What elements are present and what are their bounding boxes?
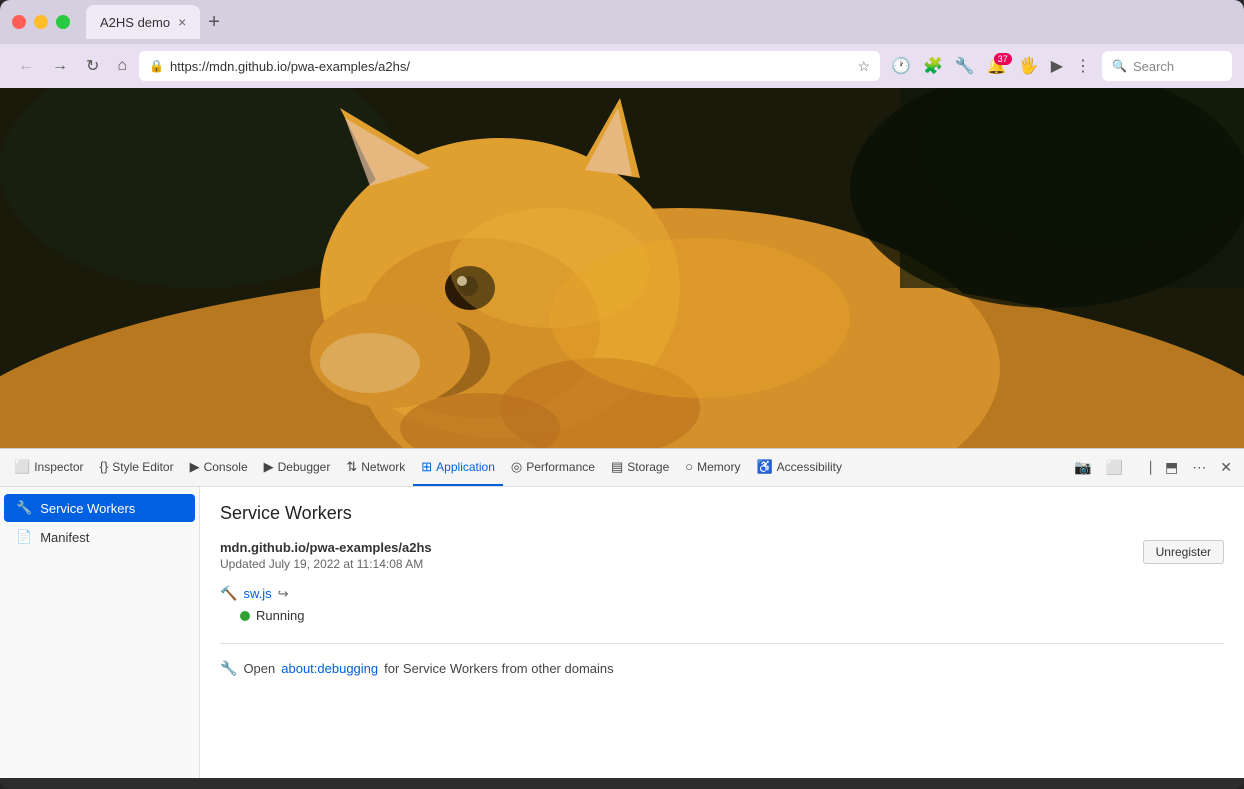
devtools-close-button[interactable]: ✕ (1214, 455, 1238, 480)
application-icon: ⊞ (421, 459, 432, 475)
debugger-icon: ▶ (264, 459, 274, 475)
service-workers-icon: 🔧 (16, 500, 32, 516)
maximize-button[interactable] (56, 15, 70, 29)
wrench-icon: 🔧 (220, 660, 237, 677)
screenshot-button[interactable]: 📷 (1068, 455, 1097, 480)
memory-icon: ○ (685, 459, 693, 474)
tab-accessibility[interactable]: ♿ Accessibility (748, 449, 850, 486)
devtools-toolbar: ⬜ Inspector {} Style Editor ▶ Console ▶ … (0, 449, 1244, 487)
tab-storage[interactable]: ▤ Storage (603, 449, 677, 486)
page-content: ⬜ Inspector {} Style Editor ▶ Console ▶ … (0, 88, 1244, 789)
sw-domain-block: mdn.github.io/pwa-examples/a2hs Updated … (220, 540, 1143, 581)
service-workers-title: Service Workers (220, 503, 1224, 524)
home-button[interactable]: ⌂ (111, 53, 133, 79)
sw-debug-link[interactable]: about:debugging (281, 661, 378, 676)
hammer-icon: 🔨 (220, 585, 237, 602)
hero-image (0, 88, 1244, 448)
browser-window: A2HS demo × + ← → ↻ ⌂ 🔒 https://mdn.gith… (0, 0, 1244, 789)
sidebar-item-manifest[interactable]: 📄 Manifest (4, 523, 195, 551)
tab-memory[interactable]: ○ Memory (677, 449, 748, 486)
url-text: https://mdn.github.io/pwa-examples/a2hs/ (170, 59, 851, 74)
tab-inspector[interactable]: ⬜ Inspector (6, 449, 92, 486)
sidebar-item-service-workers[interactable]: 🔧 Service Workers (4, 494, 195, 522)
sw-status-row: Running (240, 608, 1224, 623)
more-devtools-button[interactable]: ⋯ (1186, 455, 1212, 480)
sw-domain: mdn.github.io/pwa-examples/a2hs (220, 540, 1143, 555)
devtools-sidebar: 🔧 Service Workers 📄 Manifest (0, 487, 200, 778)
close-button[interactable] (12, 15, 26, 29)
storage-icon: ▤ (611, 459, 623, 475)
sw-arrow-icon: ↪ (278, 586, 289, 602)
nav-bar: ← → ↻ ⌂ 🔒 https://mdn.github.io/pwa-exam… (0, 44, 1244, 88)
tab-console[interactable]: ▶ Console (182, 449, 256, 486)
manifest-icon: 📄 (16, 529, 32, 545)
sw-running-label: Running (256, 608, 304, 623)
sw-debug-prefix: Open (243, 661, 275, 676)
new-tab-button[interactable]: + (208, 12, 220, 32)
address-bar[interactable]: 🔒 https://mdn.github.io/pwa-examples/a2h… (139, 51, 880, 81)
bookmark-icon: ☆ (858, 58, 871, 75)
accessibility-icon: ♿ (756, 459, 772, 475)
title-bar: A2HS demo × + (0, 0, 1244, 44)
split-button[interactable]: ⎹ (1131, 455, 1157, 480)
tab-style-editor[interactable]: {} Style Editor (92, 449, 182, 486)
devtools-body: 🔧 Service Workers 📄 Manifest Service Wor… (0, 487, 1244, 778)
tab-network[interactable]: ⇅ Network (338, 449, 413, 486)
forward-button[interactable]: → (46, 53, 74, 79)
history-button[interactable]: 🕐 (886, 53, 916, 79)
notifications-button[interactable]: 🔔 37 (982, 53, 1012, 79)
running-status-dot (240, 611, 250, 621)
search-placeholder: Search (1133, 59, 1174, 74)
profile-button[interactable]: 🖐 (1014, 53, 1044, 79)
network-icon: ⇅ (346, 459, 357, 475)
search-icon: 🔍 (1112, 59, 1127, 73)
sw-debug-row: 🔧 Open about:debugging for Service Worke… (220, 660, 1224, 677)
tools-button[interactable]: 🔧 (950, 53, 980, 79)
devtools-right-buttons: 📷 ⬜ ⎹ ⬒ ⋯ ✕ (1068, 449, 1238, 486)
fox-illustration (0, 88, 1244, 448)
devtools-panel: ⬜ Inspector {} Style Editor ▶ Console ▶ … (0, 448, 1244, 778)
sw-updated: Updated July 19, 2022 at 11:14:08 AM (220, 557, 1143, 571)
tab-close-icon[interactable]: × (178, 15, 186, 29)
style-editor-icon: {} (100, 459, 109, 474)
console-icon: ▶ (190, 459, 200, 475)
tab-application[interactable]: ⊞ Application (413, 449, 503, 486)
devtools-main-panel: Service Workers mdn.github.io/pwa-exampl… (200, 487, 1244, 778)
nav-icons: 🕐 🧩 🔧 🔔 37 🖐 ▶ ⋮ (886, 53, 1096, 79)
sw-header-row: mdn.github.io/pwa-examples/a2hs Updated … (220, 540, 1224, 581)
unregister-button[interactable]: Unregister (1143, 540, 1224, 564)
reload-button[interactable]: ↻ (80, 52, 105, 80)
more-button[interactable]: ⋮ (1070, 53, 1096, 79)
sw-divider (220, 643, 1224, 644)
extensions-button[interactable]: 🧩 (918, 53, 948, 79)
tab-performance[interactable]: ◎ Performance (503, 449, 603, 486)
tab-title: A2HS demo (100, 15, 170, 30)
performance-icon: ◎ (511, 459, 522, 475)
tab-bar: A2HS demo × + (86, 5, 1232, 39)
dock-button[interactable]: ⬒ (1159, 455, 1184, 480)
sw-debug-suffix: for Service Workers from other domains (384, 661, 614, 676)
sw-file-row: 🔨 sw.js ↪ (220, 585, 1224, 602)
lock-icon: 🔒 (149, 59, 164, 73)
responsive-button[interactable]: ⬜ (1100, 455, 1129, 480)
sidebar-manifest-label: Manifest (40, 530, 89, 545)
sidebar-service-workers-label: Service Workers (40, 501, 135, 516)
active-tab[interactable]: A2HS demo × (86, 5, 200, 39)
tab-debugger[interactable]: ▶ Debugger (256, 449, 339, 486)
notification-badge: 37 (994, 53, 1012, 65)
reader-button[interactable]: ▶ (1046, 53, 1068, 79)
minimize-button[interactable] (34, 15, 48, 29)
inspector-icon: ⬜ (14, 459, 30, 475)
sw-file-link[interactable]: sw.js (243, 586, 271, 601)
search-bar[interactable]: 🔍 Search (1102, 51, 1232, 81)
window-controls (12, 15, 70, 29)
back-button[interactable]: ← (12, 53, 40, 79)
